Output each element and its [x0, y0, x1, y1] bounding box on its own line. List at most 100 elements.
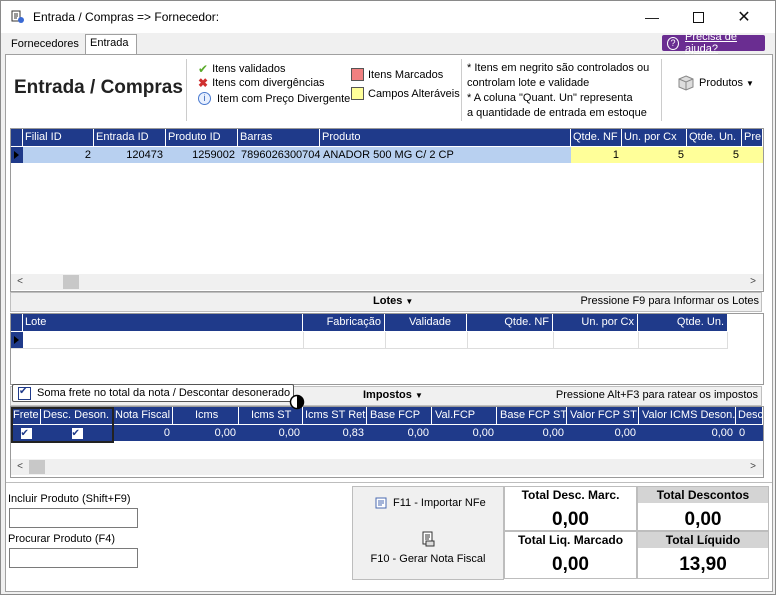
total-liquido: Total Líquido 13,90	[637, 531, 769, 579]
cell-barras[interactable]: 7896026300704	[238, 147, 320, 163]
total-desc-marc-label: Total Desc. Marc.	[521, 488, 620, 502]
col-base-fcp[interactable]: Base FCP	[367, 407, 432, 424]
impostos-hint: Pressione Alt+F3 para ratear os impostos	[555, 389, 758, 401]
col-valor-icms-deson[interactable]: Valor ICMS Deson.	[639, 407, 736, 424]
close-button[interactable]: ✕	[721, 1, 767, 33]
table-row[interactable]: 0 0,00 0,00 0,83 0,00 0,00 0,00 0,00 0,0…	[11, 425, 763, 441]
legend-validated: Itens validados	[212, 63, 286, 75]
scroll-thumb[interactable]	[63, 275, 79, 289]
impostos-toggle[interactable]: Impostos ▼	[363, 389, 423, 401]
col-icms[interactable]: Icms	[173, 407, 239, 424]
col-desc[interactable]: Desc.	[736, 407, 763, 424]
cell-un-por-cx[interactable]: 5	[622, 147, 687, 163]
lotes-toggle[interactable]: Lotes ▼	[373, 295, 413, 307]
col-produto[interactable]: Produto	[320, 129, 571, 146]
cell-icms-st-ret[interactable]: 0,83	[303, 425, 367, 441]
changeable-swatch	[351, 87, 364, 100]
error-icon: ✖	[198, 76, 209, 90]
cell-desc[interactable]: 0	[736, 425, 763, 441]
help-button[interactable]: ? Precisa de ajuda?	[662, 31, 765, 55]
col-lote-qtde-un[interactable]: Qtde. Un.	[638, 314, 728, 331]
col-desc-deson[interactable]: Desc. Deson.	[41, 407, 113, 424]
col-fabricacao[interactable]: Fabricação	[303, 314, 385, 331]
col-produto-id[interactable]: Produto ID	[166, 129, 238, 146]
impostos-scrollbar[interactable]: < >	[11, 459, 763, 475]
col-lote[interactable]: Lote	[23, 314, 303, 331]
cell-produto[interactable]: ANADOR 500 MG C/ 2 CP	[320, 147, 571, 163]
col-val-fcp[interactable]: Val.FCP	[432, 407, 497, 424]
legend-changed: Campos Alteráveis	[368, 87, 460, 100]
help-label: Precisa de ajuda?	[685, 31, 737, 55]
col-base-fcp-st[interactable]: Base FCP ST	[497, 407, 567, 424]
col-entrada-id[interactable]: Entrada ID	[94, 129, 166, 146]
impostos-grid: Frete Desc. Deson. Nota Fiscal Icms Icms…	[10, 406, 764, 478]
note-quant-1: * A coluna "Quant. Un" representa	[467, 92, 633, 104]
checkbox-icon	[19, 426, 33, 441]
generate-nf-button[interactable]: F10 - Gerar Nota Fiscal	[353, 531, 503, 565]
cell-desc-deson[interactable]	[41, 425, 113, 441]
table-row[interactable]	[11, 332, 728, 349]
total-liquido-label: Total Líquido	[638, 532, 768, 548]
col-qtde-nf[interactable]: Qtde. NF	[571, 129, 622, 146]
cell-icms[interactable]: 0,00	[173, 425, 239, 441]
col-barras[interactable]: Barras	[238, 129, 320, 146]
total-descontos-value: 0,00	[684, 509, 722, 530]
col-lote-un-por-cx[interactable]: Un. por Cx	[553, 314, 638, 331]
import-nfe-button[interactable]: F11 - Importar NFe	[375, 497, 486, 509]
app-icon	[11, 10, 24, 23]
total-desc-marc: Total Desc. Marc. 0,00	[504, 486, 637, 531]
table-row[interactable]: 2 120473 1259002 7896026300704 ANADOR 50…	[11, 147, 763, 163]
scroll-left-icon[interactable]: <	[12, 460, 28, 474]
col-un-por-cx[interactable]: Un. por Cx	[622, 129, 687, 146]
cell-frete[interactable]	[11, 425, 41, 441]
col-validade[interactable]: Validade	[385, 314, 467, 331]
cell-val-fcp[interactable]: 0,00	[432, 425, 497, 441]
scroll-thumb[interactable]	[29, 460, 45, 474]
products-label: Produtos	[699, 77, 744, 89]
cell-icms-st[interactable]: 0,00	[239, 425, 303, 441]
col-lote-qtde-nf[interactable]: Qtde. NF	[467, 314, 553, 331]
cell-valor-fcp-st[interactable]: 0,00	[567, 425, 639, 441]
col-icms-st-ret[interactable]: Icms ST Ret	[303, 407, 367, 424]
col-valor-fcp-st[interactable]: Valor FCP ST	[567, 407, 639, 424]
lotes-title: Lotes	[373, 295, 403, 307]
cell-base-fcp-st[interactable]: 0,00	[497, 425, 567, 441]
cell-filial-id[interactable]: 2	[23, 147, 94, 163]
tab-entrada[interactable]: Entrada	[85, 34, 137, 55]
products-button[interactable]: Produtos ▼	[678, 75, 754, 91]
col-nota-fiscal[interactable]: Nota Fiscal	[113, 407, 173, 424]
marked-swatch	[351, 68, 364, 81]
scroll-right-icon[interactable]: >	[745, 275, 761, 289]
col-filial-id[interactable]: Filial ID	[23, 129, 94, 146]
legend-price-divergent: Item com Preço Divergente	[217, 92, 351, 105]
col-preco[interactable]: Pre	[742, 129, 763, 146]
chevron-down-icon: ▼	[414, 391, 423, 400]
cell-produto-id[interactable]: 1259002	[166, 147, 238, 163]
maximize-button[interactable]	[675, 1, 721, 33]
cell-nota-fiscal[interactable]: 0	[113, 425, 173, 441]
minimize-button[interactable]: —	[629, 1, 675, 33]
cell-qtde-nf[interactable]: 1	[571, 147, 622, 163]
include-product-input[interactable]	[9, 508, 138, 528]
checkbox-icon	[18, 386, 31, 400]
question-icon: ?	[667, 36, 679, 50]
soma-frete-checkbox[interactable]: Soma frete no total da nota / Descontar …	[12, 384, 294, 402]
cell-preco[interactable]	[742, 147, 763, 163]
scroll-right-icon[interactable]: >	[745, 460, 761, 474]
tab-fornecedores[interactable]: Fornecedores	[7, 36, 91, 53]
soma-frete-label: Soma frete no total da nota / Descontar …	[37, 387, 291, 399]
cell-valor-icms-deson[interactable]: 0,00	[639, 425, 736, 441]
cell-base-fcp[interactable]: 0,00	[367, 425, 432, 441]
scroll-left-icon[interactable]: <	[12, 275, 28, 289]
cell-entrada-id[interactable]: 120473	[94, 147, 166, 163]
main-window: Entrada / Compras => Fornecedor: — ✕ For…	[0, 0, 776, 595]
items-scrollbar[interactable]: < >	[11, 274, 763, 290]
cell-qtde-un[interactable]: 5	[687, 147, 742, 163]
title-bar: Entrada / Compras => Fornecedor: — ✕	[1, 1, 775, 33]
lotes-bar: Lotes ▼ Pressione F9 para Informar os Lo…	[10, 292, 762, 312]
col-frete[interactable]: Frete	[11, 407, 41, 424]
search-product-input[interactable]	[9, 548, 138, 568]
import-nfe-label: F11 - Importar NFe	[393, 497, 486, 509]
entrada-panel: Entrada / Compras ✔ Itens validados ✖ It…	[5, 54, 773, 592]
col-qtde-un[interactable]: Qtde. Un.	[687, 129, 742, 146]
